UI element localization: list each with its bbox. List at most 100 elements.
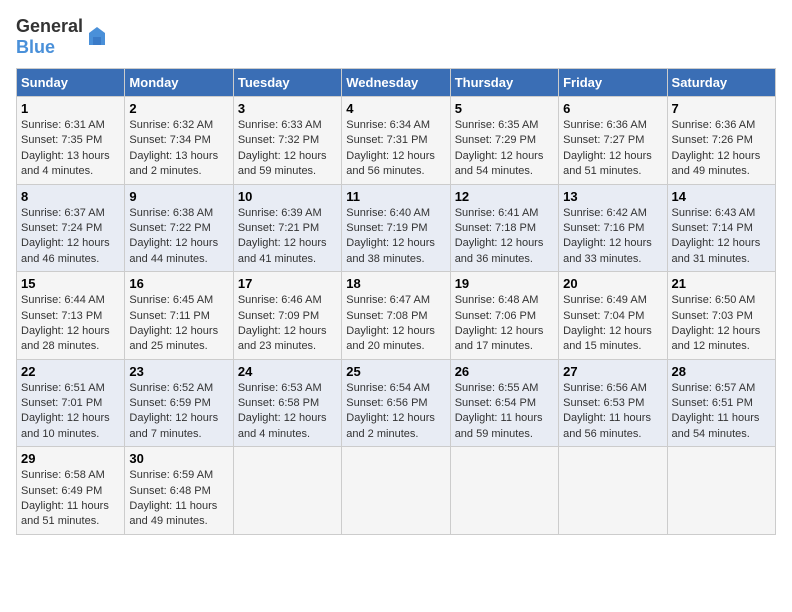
logo-blue: Blue <box>16 37 55 57</box>
column-header-tuesday: Tuesday <box>233 69 341 97</box>
day-number: 25 <box>346 364 445 379</box>
day-detail: Sunrise: 6:54 AM Sunset: 6:56 PM Dayligh… <box>346 381 445 443</box>
day-number: 6 <box>563 101 662 116</box>
calendar-cell <box>559 447 667 535</box>
column-header-thursday: Thursday <box>450 69 558 97</box>
day-detail: Sunrise: 6:40 AM Sunset: 7:19 PM Dayligh… <box>346 206 445 268</box>
column-header-sunday: Sunday <box>17 69 125 97</box>
day-number: 20 <box>563 276 662 291</box>
calendar-cell: 18 Sunrise: 6:47 AM Sunset: 7:08 PM Dayl… <box>342 272 450 360</box>
calendar-cell: 4 Sunrise: 6:34 AM Sunset: 7:31 PM Dayli… <box>342 97 450 185</box>
day-detail: Sunrise: 6:37 AM Sunset: 7:24 PM Dayligh… <box>21 206 120 268</box>
day-detail: Sunrise: 6:47 AM Sunset: 7:08 PM Dayligh… <box>346 293 445 355</box>
calendar-cell: 28 Sunrise: 6:57 AM Sunset: 6:51 PM Dayl… <box>667 359 775 447</box>
calendar-cell: 12 Sunrise: 6:41 AM Sunset: 7:18 PM Dayl… <box>450 184 558 272</box>
day-detail: Sunrise: 6:55 AM Sunset: 6:54 PM Dayligh… <box>455 381 554 443</box>
day-detail: Sunrise: 6:36 AM Sunset: 7:26 PM Dayligh… <box>672 118 771 180</box>
calendar-cell: 8 Sunrise: 6:37 AM Sunset: 7:24 PM Dayli… <box>17 184 125 272</box>
day-detail: Sunrise: 6:49 AM Sunset: 7:04 PM Dayligh… <box>563 293 662 355</box>
day-number: 2 <box>129 101 228 116</box>
day-number: 17 <box>238 276 337 291</box>
column-header-monday: Monday <box>125 69 233 97</box>
day-number: 30 <box>129 451 228 466</box>
day-detail: Sunrise: 6:45 AM Sunset: 7:11 PM Dayligh… <box>129 293 228 355</box>
calendar-cell: 10 Sunrise: 6:39 AM Sunset: 7:21 PM Dayl… <box>233 184 341 272</box>
calendar-week-2: 8 Sunrise: 6:37 AM Sunset: 7:24 PM Dayli… <box>17 184 776 272</box>
calendar-cell: 27 Sunrise: 6:56 AM Sunset: 6:53 PM Dayl… <box>559 359 667 447</box>
day-number: 27 <box>563 364 662 379</box>
calendar-cell: 30 Sunrise: 6:59 AM Sunset: 6:48 PM Dayl… <box>125 447 233 535</box>
calendar-cell: 19 Sunrise: 6:48 AM Sunset: 7:06 PM Dayl… <box>450 272 558 360</box>
day-detail: Sunrise: 6:33 AM Sunset: 7:32 PM Dayligh… <box>238 118 337 180</box>
day-number: 14 <box>672 189 771 204</box>
day-number: 13 <box>563 189 662 204</box>
calendar-cell: 22 Sunrise: 6:51 AM Sunset: 7:01 PM Dayl… <box>17 359 125 447</box>
calendar-cell: 29 Sunrise: 6:58 AM Sunset: 6:49 PM Dayl… <box>17 447 125 535</box>
day-detail: Sunrise: 6:51 AM Sunset: 7:01 PM Dayligh… <box>21 381 120 443</box>
logo-text: General Blue <box>16 16 83 58</box>
calendar-cell: 16 Sunrise: 6:45 AM Sunset: 7:11 PM Dayl… <box>125 272 233 360</box>
day-number: 29 <box>21 451 120 466</box>
day-number: 10 <box>238 189 337 204</box>
page-header: General Blue <box>16 16 776 58</box>
day-number: 7 <box>672 101 771 116</box>
day-number: 26 <box>455 364 554 379</box>
day-detail: Sunrise: 6:53 AM Sunset: 6:58 PM Dayligh… <box>238 381 337 443</box>
calendar-cell: 5 Sunrise: 6:35 AM Sunset: 7:29 PM Dayli… <box>450 97 558 185</box>
day-detail: Sunrise: 6:39 AM Sunset: 7:21 PM Dayligh… <box>238 206 337 268</box>
calendar-cell: 14 Sunrise: 6:43 AM Sunset: 7:14 PM Dayl… <box>667 184 775 272</box>
calendar-cell: 6 Sunrise: 6:36 AM Sunset: 7:27 PM Dayli… <box>559 97 667 185</box>
day-number: 24 <box>238 364 337 379</box>
calendar-header-row: SundayMondayTuesdayWednesdayThursdayFrid… <box>17 69 776 97</box>
day-detail: Sunrise: 6:57 AM Sunset: 6:51 PM Dayligh… <box>672 381 771 443</box>
day-number: 23 <box>129 364 228 379</box>
day-detail: Sunrise: 6:34 AM Sunset: 7:31 PM Dayligh… <box>346 118 445 180</box>
day-number: 8 <box>21 189 120 204</box>
calendar-cell <box>342 447 450 535</box>
calendar-cell <box>667 447 775 535</box>
calendar-week-4: 22 Sunrise: 6:51 AM Sunset: 7:01 PM Dayl… <box>17 359 776 447</box>
day-detail: Sunrise: 6:56 AM Sunset: 6:53 PM Dayligh… <box>563 381 662 443</box>
calendar-cell: 2 Sunrise: 6:32 AM Sunset: 7:34 PM Dayli… <box>125 97 233 185</box>
day-detail: Sunrise: 6:35 AM Sunset: 7:29 PM Dayligh… <box>455 118 554 180</box>
day-number: 16 <box>129 276 228 291</box>
day-detail: Sunrise: 6:41 AM Sunset: 7:18 PM Dayligh… <box>455 206 554 268</box>
calendar-week-5: 29 Sunrise: 6:58 AM Sunset: 6:49 PM Dayl… <box>17 447 776 535</box>
day-number: 4 <box>346 101 445 116</box>
day-detail: Sunrise: 6:31 AM Sunset: 7:35 PM Dayligh… <box>21 118 120 180</box>
day-detail: Sunrise: 6:50 AM Sunset: 7:03 PM Dayligh… <box>672 293 771 355</box>
calendar-table: SundayMondayTuesdayWednesdayThursdayFrid… <box>16 68 776 535</box>
column-header-wednesday: Wednesday <box>342 69 450 97</box>
day-detail: Sunrise: 6:58 AM Sunset: 6:49 PM Dayligh… <box>21 468 120 530</box>
column-header-friday: Friday <box>559 69 667 97</box>
column-header-saturday: Saturday <box>667 69 775 97</box>
day-number: 5 <box>455 101 554 116</box>
day-detail: Sunrise: 6:52 AM Sunset: 6:59 PM Dayligh… <box>129 381 228 443</box>
calendar-week-3: 15 Sunrise: 6:44 AM Sunset: 7:13 PM Dayl… <box>17 272 776 360</box>
day-detail: Sunrise: 6:42 AM Sunset: 7:16 PM Dayligh… <box>563 206 662 268</box>
logo: General Blue <box>16 16 109 58</box>
day-detail: Sunrise: 6:32 AM Sunset: 7:34 PM Dayligh… <box>129 118 228 180</box>
calendar-cell <box>450 447 558 535</box>
day-number: 22 <box>21 364 120 379</box>
day-number: 28 <box>672 364 771 379</box>
calendar-week-1: 1 Sunrise: 6:31 AM Sunset: 7:35 PM Dayli… <box>17 97 776 185</box>
day-detail: Sunrise: 6:48 AM Sunset: 7:06 PM Dayligh… <box>455 293 554 355</box>
calendar-cell <box>233 447 341 535</box>
day-number: 12 <box>455 189 554 204</box>
calendar-cell: 20 Sunrise: 6:49 AM Sunset: 7:04 PM Dayl… <box>559 272 667 360</box>
day-number: 3 <box>238 101 337 116</box>
calendar-cell: 1 Sunrise: 6:31 AM Sunset: 7:35 PM Dayli… <box>17 97 125 185</box>
day-detail: Sunrise: 6:44 AM Sunset: 7:13 PM Dayligh… <box>21 293 120 355</box>
calendar-cell: 26 Sunrise: 6:55 AM Sunset: 6:54 PM Dayl… <box>450 359 558 447</box>
calendar-cell: 7 Sunrise: 6:36 AM Sunset: 7:26 PM Dayli… <box>667 97 775 185</box>
calendar-cell: 17 Sunrise: 6:46 AM Sunset: 7:09 PM Dayl… <box>233 272 341 360</box>
calendar-cell: 11 Sunrise: 6:40 AM Sunset: 7:19 PM Dayl… <box>342 184 450 272</box>
day-number: 9 <box>129 189 228 204</box>
day-number: 19 <box>455 276 554 291</box>
day-number: 1 <box>21 101 120 116</box>
day-number: 21 <box>672 276 771 291</box>
day-number: 15 <box>21 276 120 291</box>
calendar-cell: 15 Sunrise: 6:44 AM Sunset: 7:13 PM Dayl… <box>17 272 125 360</box>
calendar-cell: 13 Sunrise: 6:42 AM Sunset: 7:16 PM Dayl… <box>559 184 667 272</box>
